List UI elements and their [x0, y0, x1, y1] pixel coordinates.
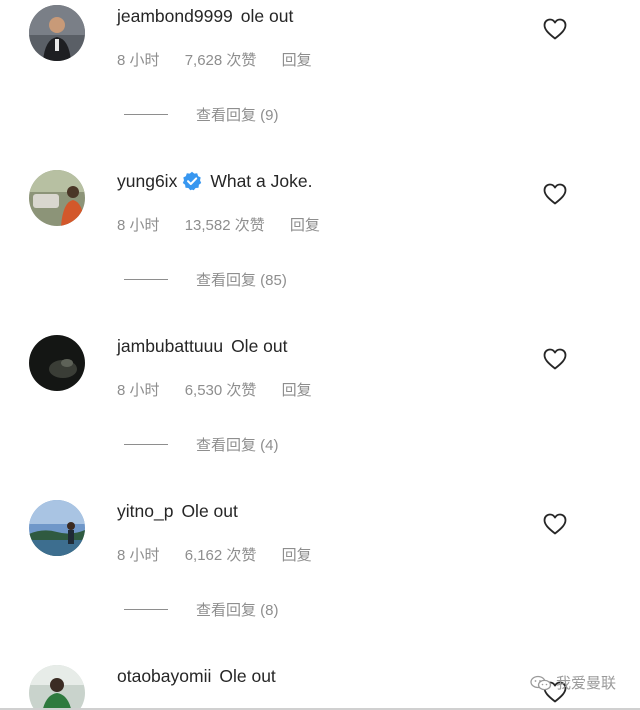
comment-meta: 8 小时 6,162 次赞 回复: [117, 546, 312, 566]
comment-time: 8 小时: [117, 547, 160, 564]
comment-text: ole out: [240, 6, 294, 26]
avatar[interactable]: [29, 335, 85, 391]
comment-line: yitno_p Ole out: [117, 500, 238, 522]
view-replies[interactable]: 查看回复 (4): [124, 433, 279, 455]
comment-meta: 8 小时 6,530 次赞 回复: [117, 381, 312, 401]
avatar[interactable]: [29, 5, 85, 61]
comment-text: What a Joke.: [210, 171, 313, 191]
view-replies[interactable]: 查看回复 (8): [124, 598, 279, 620]
comment-text: Ole out: [219, 666, 276, 686]
heart-icon[interactable]: [543, 513, 567, 535]
comment-line: yung6ix What a Joke.: [117, 170, 312, 192]
heart-icon[interactable]: [543, 183, 567, 205]
reply-button[interactable]: 回复: [290, 217, 320, 234]
username[interactable]: jeambond9999: [117, 5, 233, 27]
like-count[interactable]: 6,162 次赞: [185, 547, 257, 564]
like-count[interactable]: 13,582 次赞: [185, 217, 265, 234]
replies-divider: [124, 278, 168, 280]
view-replies-label[interactable]: 查看回复 (8): [196, 599, 279, 620]
reply-button[interactable]: 回复: [282, 52, 312, 69]
watermark: 我爱曼联: [530, 672, 616, 693]
replies-divider: [124, 443, 168, 445]
view-replies-label[interactable]: 查看回复 (9): [196, 104, 279, 125]
replies-divider: [124, 608, 168, 610]
comment-item: jeambond9999 ole out 8 小时 7,628 次赞 回复 查看…: [0, 0, 640, 165]
heart-icon[interactable]: [543, 18, 567, 40]
username[interactable]: otaobayomii: [117, 665, 211, 687]
comment-text: Ole out: [181, 501, 238, 521]
comment-line: jeambond9999 ole out: [117, 5, 293, 27]
view-replies[interactable]: 查看回复 (9): [124, 103, 279, 125]
comment-item: yung6ix What a Joke. 8 小时 13,582 次赞 回复 查…: [0, 165, 640, 330]
verified-badge-icon: [183, 171, 202, 191]
like-count[interactable]: 6,530 次赞: [185, 382, 257, 399]
view-replies-label[interactable]: 查看回复 (85): [196, 269, 287, 290]
view-replies[interactable]: 查看回复 (85): [124, 268, 287, 290]
comment-line: jambubattuuu Ole out: [117, 335, 288, 357]
reply-button[interactable]: 回复: [282, 547, 312, 564]
reply-button[interactable]: 回复: [282, 382, 312, 399]
like-count[interactable]: 7,628 次赞: [185, 52, 257, 69]
comment-meta: 8 小时 7,628 次赞 回复: [117, 51, 312, 71]
avatar[interactable]: [29, 665, 85, 708]
replies-divider: [124, 113, 168, 115]
wechat-icon: [530, 675, 552, 690]
comment-meta: 8 小时 13,582 次赞 回复: [117, 216, 320, 236]
comment-item: yitno_p Ole out 8 小时 6,162 次赞 回复 查看回复 (8…: [0, 495, 640, 660]
avatar[interactable]: [29, 170, 85, 226]
view-replies-label[interactable]: 查看回复 (4): [196, 434, 279, 455]
avatar[interactable]: [29, 500, 85, 556]
comment-time: 8 小时: [117, 217, 160, 234]
comment-line: otaobayomii Ole out: [117, 665, 276, 687]
comment-time: 8 小时: [117, 52, 160, 69]
username[interactable]: yitno_p: [117, 500, 173, 522]
watermark-text: 我爱曼联: [556, 675, 617, 692]
comment-item: jambubattuuu Ole out 8 小时 6,530 次赞 回复 查看…: [0, 330, 640, 495]
comment-text: Ole out: [231, 336, 288, 356]
username[interactable]: yung6ix: [117, 170, 177, 192]
heart-icon[interactable]: [543, 348, 567, 370]
comment-time: 8 小时: [117, 382, 160, 399]
username[interactable]: jambubattuuu: [117, 335, 223, 357]
